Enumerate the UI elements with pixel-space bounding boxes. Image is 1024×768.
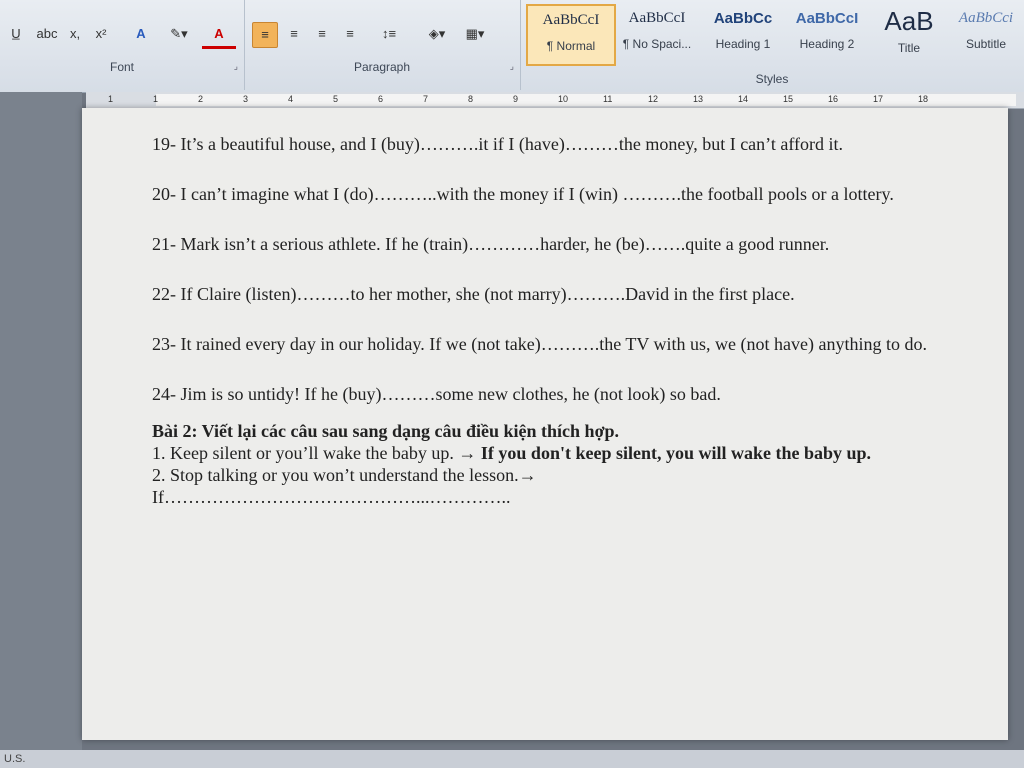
style-sample: AaBbCci bbox=[958, 10, 1014, 26]
ruler-number: 9 bbox=[513, 94, 519, 104]
style-sample: AaBbCc bbox=[713, 10, 773, 27]
exercise-2-answer: If……………………………………...………….. bbox=[152, 487, 511, 507]
horizontal-ruler[interactable]: 1 1 2 3 4 5 6 7 8 9 10 11 12 13 14 15 16 17 18 bbox=[86, 92, 1024, 109]
ribbon: U̲ abc x, x² A ✎▾ A Font ⌟ ≡ ≡ ≡ ≡ ↕≡ ◈▾… bbox=[0, 0, 1024, 93]
ruler-number: 1 bbox=[108, 94, 114, 104]
font-group-label: Font bbox=[109, 60, 134, 74]
borders-icon[interactable]: ▦▾ bbox=[460, 22, 490, 46]
question-23: 23- It rained every day in our holiday. … bbox=[152, 332, 932, 356]
style-name: Heading 2 bbox=[799, 37, 855, 51]
style-heading-1[interactable]: AaBbCc Heading 1 bbox=[700, 4, 786, 62]
line-spacing-icon[interactable]: ↕≡ bbox=[374, 22, 404, 46]
document-content[interactable]: 19- It’s a beautiful house, and I (buy)…… bbox=[152, 132, 932, 508]
paragraph-group-label: Paragraph bbox=[353, 60, 411, 74]
status-bar: U.S. bbox=[0, 750, 1024, 768]
ruler-number: 16 bbox=[828, 94, 839, 104]
ruler-text-area bbox=[156, 94, 1016, 106]
style-no-spacing[interactable]: AaBbCcI ¶ No Spaci... bbox=[614, 4, 700, 62]
dialog-launcher-icon[interactable]: ⌟ bbox=[234, 61, 238, 72]
ruler-number: 14 bbox=[738, 94, 749, 104]
font-color-button[interactable]: A bbox=[202, 22, 236, 49]
style-name: ¶ No Spaci... bbox=[622, 37, 692, 51]
style-normal[interactable]: AaBbCcI ¶ Normal bbox=[526, 4, 616, 66]
align-center-icon[interactable]: ≡ bbox=[282, 22, 306, 46]
document-page[interactable]: 19- It’s a beautiful house, and I (buy)…… bbox=[82, 108, 1008, 740]
ruler-number: 2 bbox=[198, 94, 204, 104]
question-22: 22- If Claire (listen)………to her mother, … bbox=[152, 282, 932, 306]
highlight-icon[interactable]: ✎▾ bbox=[162, 22, 196, 46]
ruler-number: 12 bbox=[648, 94, 659, 104]
ruler-number: 3 bbox=[243, 94, 249, 104]
style-name: ¶ Normal bbox=[546, 39, 596, 53]
superscript-button[interactable]: x² bbox=[90, 22, 112, 46]
style-sample: AaBbCcI bbox=[542, 12, 600, 28]
ruler-number: 6 bbox=[378, 94, 384, 104]
style-sample: AaBbCcI bbox=[795, 10, 859, 27]
font-group: U̲ abc x, x² A ✎▾ A Font ⌟ bbox=[0, 0, 245, 90]
align-right-icon[interactable]: ≡ bbox=[310, 22, 334, 46]
style-sample: AaBbCcI bbox=[628, 10, 686, 26]
style-title[interactable]: AaB Title bbox=[866, 4, 952, 62]
ruler-number: 11 bbox=[603, 94, 613, 104]
styles-group-label: Styles bbox=[755, 72, 789, 86]
ruler-number: 1 bbox=[153, 94, 159, 104]
text-effects-button[interactable]: A bbox=[124, 22, 158, 46]
ruler-number: 8 bbox=[468, 94, 474, 104]
shading-icon[interactable]: ◈▾ bbox=[422, 22, 452, 46]
exercise-title: Bài 2: Viết lại các câu sau sang dạng câ… bbox=[152, 421, 620, 441]
question-24: 24- Jim is so untidy! If he (buy)………some… bbox=[152, 382, 932, 406]
style-name: Heading 1 bbox=[715, 37, 771, 51]
ruler-number: 17 bbox=[873, 94, 884, 104]
ruler-number: 7 bbox=[423, 94, 429, 104]
exercise-1-answer: If you don't keep silent, you will wake … bbox=[480, 443, 871, 463]
styles-group: AaBbCcI ¶ Normal AaBbCcI ¶ No Spaci... A… bbox=[520, 0, 1024, 90]
question-21: 21- Mark isn’t a serious athlete. If he … bbox=[152, 232, 932, 256]
ruler-number: 10 bbox=[558, 94, 569, 104]
ruler-number: 13 bbox=[693, 94, 704, 104]
exercise-1: 1. Keep silent or you’ll wake the baby u… bbox=[152, 442, 932, 464]
left-margin-area bbox=[0, 92, 82, 768]
style-subtitle[interactable]: AaBbCci Subtitle bbox=[948, 4, 1024, 62]
question-text: 19- It’s a beautiful house, and I (buy)…… bbox=[152, 134, 843, 154]
ruler-number: 15 bbox=[783, 94, 794, 104]
ruler-number: 18 bbox=[918, 94, 929, 104]
subscript-button[interactable]: x, bbox=[64, 22, 86, 46]
question-20: 20- I can’t imagine what I (do)………..with… bbox=[152, 182, 932, 206]
paragraph-group: ≡ ≡ ≡ ≡ ↕≡ ◈▾ ▦▾ Paragraph ⌟ bbox=[244, 0, 521, 90]
exercise-1-prompt: 1. Keep silent or you’ll wake the baby u… bbox=[152, 443, 481, 463]
style-sample: AaB bbox=[884, 6, 934, 36]
style-name: Subtitle bbox=[965, 37, 1007, 51]
exercise-2-prompt: 2. Stop talking or you won’t understand … bbox=[152, 465, 537, 485]
question-text: 20- I can’t imagine what I (do)………..with… bbox=[152, 184, 894, 204]
align-left-icon[interactable]: ≡ bbox=[252, 22, 278, 48]
justify-icon[interactable]: ≡ bbox=[338, 22, 362, 46]
dialog-launcher-icon[interactable]: ⌟ bbox=[510, 61, 514, 72]
question-text: 21- Mark isn’t a serious athlete. If he … bbox=[152, 234, 830, 254]
ruler-number: 4 bbox=[288, 94, 294, 104]
question-text: 24- Jim is so untidy! If he (buy)………some… bbox=[152, 384, 721, 404]
question-text: 22- If Claire (listen)………to her mother, … bbox=[152, 284, 795, 304]
language-indicator[interactable]: U.S. bbox=[4, 753, 25, 765]
question-19: 19- It’s a beautiful house, and I (buy)…… bbox=[152, 132, 932, 156]
strikethrough-button[interactable]: abc bbox=[34, 22, 60, 46]
ruler-number: 5 bbox=[333, 94, 339, 104]
question-text: 23- It rained every day in our holiday. … bbox=[152, 334, 927, 354]
underline-button[interactable]: U̲ bbox=[4, 22, 28, 46]
style-name: Title bbox=[897, 41, 921, 55]
style-heading-2[interactable]: AaBbCcI Heading 2 bbox=[784, 4, 870, 62]
